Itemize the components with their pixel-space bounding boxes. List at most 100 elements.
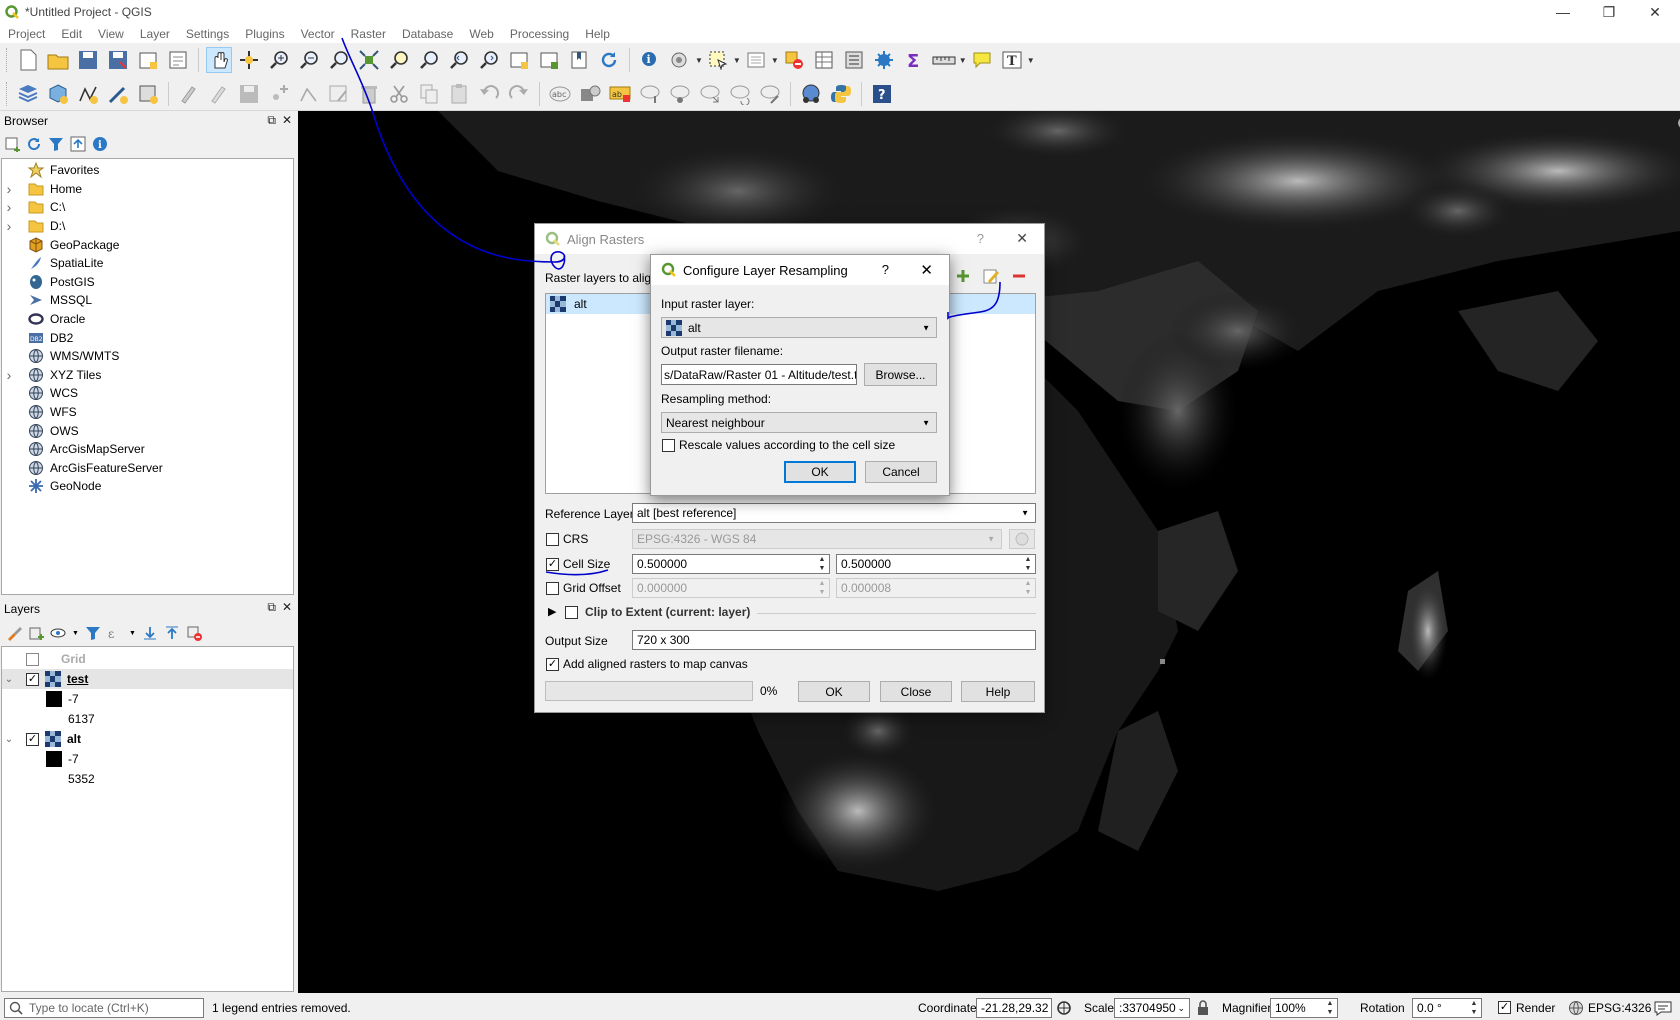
remove-layer-minus-icon[interactable] — [1011, 268, 1027, 284]
toggle-extents-icon[interactable] — [1056, 1000, 1072, 1016]
cut-features-icon[interactable] — [386, 81, 412, 107]
filter-browser-icon[interactable] — [48, 136, 64, 152]
measure-line-icon[interactable] — [931, 47, 957, 73]
messages-icon[interactable] — [1654, 1000, 1672, 1016]
collapse-all-layers-icon[interactable] — [164, 625, 180, 641]
locator-search-input[interactable]: Type to locate (Ctrl+K) — [4, 998, 204, 1018]
delete-selected-icon[interactable] — [356, 81, 382, 107]
align-close-button[interactable]: Close — [880, 681, 952, 702]
modify-attributes-icon[interactable] — [326, 81, 352, 107]
add-point-icon[interactable] — [266, 81, 292, 107]
dropdown-arrow-icon[interactable]: ▼ — [1027, 56, 1035, 65]
menu-web[interactable]: Web — [461, 27, 501, 41]
browser-item-db2[interactable]: DB2 DB2 — [2, 328, 293, 347]
output-filename-input[interactable]: s/DataRaw/Raster 01 - Altitude/test.tif — [661, 364, 857, 385]
input-raster-combo[interactable]: alt ▼ — [661, 317, 937, 338]
expand-arrow-icon[interactable]: ⌄ — [2, 734, 16, 745]
browser-item-oracle[interactable]: Oracle — [2, 310, 293, 329]
python-console-icon[interactable] — [828, 81, 854, 107]
dropdown-arrow-icon[interactable]: ▼ — [72, 630, 79, 637]
close-window-button[interactable]: ✕ — [1632, 0, 1678, 24]
menu-view[interactable]: View — [90, 27, 132, 41]
menu-raster[interactable]: Raster — [343, 27, 394, 41]
dropdown-arrow-icon[interactable]: ▼ — [771, 56, 779, 65]
run-action-icon[interactable] — [667, 47, 693, 73]
menu-settings[interactable]: Settings — [178, 27, 237, 41]
browser-item-arcgisfeatureserver[interactable]: ArcGisFeatureServer — [2, 459, 293, 478]
dialog-help-icon[interactable]: ? — [882, 262, 889, 277]
paste-features-icon[interactable] — [446, 81, 472, 107]
dropdown-arrow-icon[interactable]: ▼ — [733, 56, 741, 65]
grid-visibility-checkbox[interactable] — [26, 652, 39, 666]
dropdown-arrow-icon[interactable]: ▼ — [129, 630, 136, 637]
select-by-value-icon[interactable] — [743, 47, 769, 73]
alt-visibility-checkbox[interactable]: ✓ — [26, 732, 39, 746]
zoom-native-icon[interactable] — [326, 47, 352, 73]
zoom-in-icon[interactable] — [266, 47, 292, 73]
expand-arrow-icon[interactable]: › — [2, 199, 16, 215]
cell-size-x-input[interactable]: 0.500000 ▲ ▼ — [632, 554, 830, 574]
clip-expand-arrow-icon[interactable]: ▶ — [548, 605, 556, 618]
rotate-label-icon[interactable] — [727, 81, 753, 107]
digitize-line-icon[interactable] — [75, 81, 101, 107]
new-print-layout-icon[interactable] — [135, 47, 161, 73]
float-panel-icon[interactable]: ⧉ — [267, 113, 276, 128]
browser-item-mssql[interactable]: MSSQL — [2, 291, 293, 310]
georeferencer-icon[interactable] — [798, 81, 824, 107]
browser-item-geopackage[interactable]: GeoPackage — [2, 235, 293, 254]
close-panel-icon[interactable]: ✕ — [282, 113, 292, 128]
label-abc-icon[interactable]: abc — [547, 81, 573, 107]
add-rasters-checkbox[interactable]: ✓ — [546, 658, 559, 671]
crs-globe-icon[interactable] — [1568, 1000, 1584, 1016]
zoom-layer-icon[interactable] — [416, 47, 442, 73]
identify-icon[interactable]: i — [637, 47, 663, 73]
open-project-icon[interactable] — [45, 47, 71, 73]
bookmark-icon[interactable] — [566, 47, 592, 73]
magnifier-input[interactable]: 100% ▲ ▼ — [1270, 998, 1338, 1018]
expand-all-icon[interactable] — [142, 625, 158, 641]
browser-item-d[interactable]: › D:\ — [2, 217, 293, 236]
browser-item-geonode[interactable]: GeoNode — [2, 477, 293, 496]
scratch-layer-icon[interactable] — [135, 81, 161, 107]
browser-item-c[interactable]: › C:\ — [2, 198, 293, 217]
whats-this-help-icon[interactable]: ? — [869, 81, 895, 107]
new-map-view-icon[interactable] — [506, 47, 532, 73]
restore-button[interactable]: ❐ — [1586, 0, 1632, 24]
highlight-pinned-labels-icon[interactable]: ab — [607, 81, 633, 107]
pin-labels-icon[interactable] — [637, 81, 663, 107]
pan-to-selection-icon[interactable] — [236, 47, 262, 73]
deselect-icon[interactable] — [781, 47, 807, 73]
refresh-browser-icon[interactable] — [26, 136, 42, 152]
spin-buttons[interactable]: ▲ ▼ — [1323, 999, 1337, 1017]
menu-edit[interactable]: Edit — [53, 27, 90, 41]
resampling-ok-button[interactable]: OK — [784, 461, 856, 483]
menu-layer[interactable]: Layer — [132, 27, 178, 41]
dialog-help-icon[interactable]: ? — [977, 231, 984, 246]
zoom-next-icon[interactable] — [476, 47, 502, 73]
browser-item-wfs[interactable]: WFS — [2, 403, 293, 422]
menu-plugins[interactable]: Plugins — [237, 27, 292, 41]
crs-checkbox[interactable] — [546, 533, 559, 546]
select-features-icon[interactable] — [705, 47, 731, 73]
statistics-sigma-icon[interactable]: Σ — [901, 47, 927, 73]
edits-icon[interactable] — [176, 81, 202, 107]
minimize-button[interactable]: — — [1540, 0, 1586, 24]
collapse-all-icon[interactable] — [70, 136, 86, 152]
menu-help[interactable]: Help — [577, 27, 618, 41]
dropdown-arrow-icon[interactable]: ▼ — [695, 56, 703, 65]
align-help-button[interactable]: Help — [961, 681, 1035, 702]
toggle-editing-icon[interactable] — [206, 81, 232, 107]
move-label-icon[interactable] — [697, 81, 723, 107]
menu-project[interactable]: Project — [0, 27, 53, 41]
spin-buttons[interactable]: ▲ ▼ — [815, 555, 829, 573]
browser-item-wms-wmts[interactable]: WMS/WMTS — [2, 347, 293, 366]
layer-row-test[interactable]: ⌄ ✓ test — [2, 669, 293, 689]
copy-features-icon[interactable] — [416, 81, 442, 107]
new-geopackage-layer-icon[interactable] — [45, 81, 71, 107]
map-tips-icon[interactable] — [969, 47, 995, 73]
processing-toolbox-icon[interactable] — [871, 47, 897, 73]
output-size-input[interactable]: 720 x 300 — [632, 630, 1036, 650]
grid-offset-checkbox[interactable] — [546, 582, 559, 595]
browser-item-postgis[interactable]: PostGIS — [2, 273, 293, 292]
add-selected-layers-icon[interactable] — [4, 136, 20, 152]
